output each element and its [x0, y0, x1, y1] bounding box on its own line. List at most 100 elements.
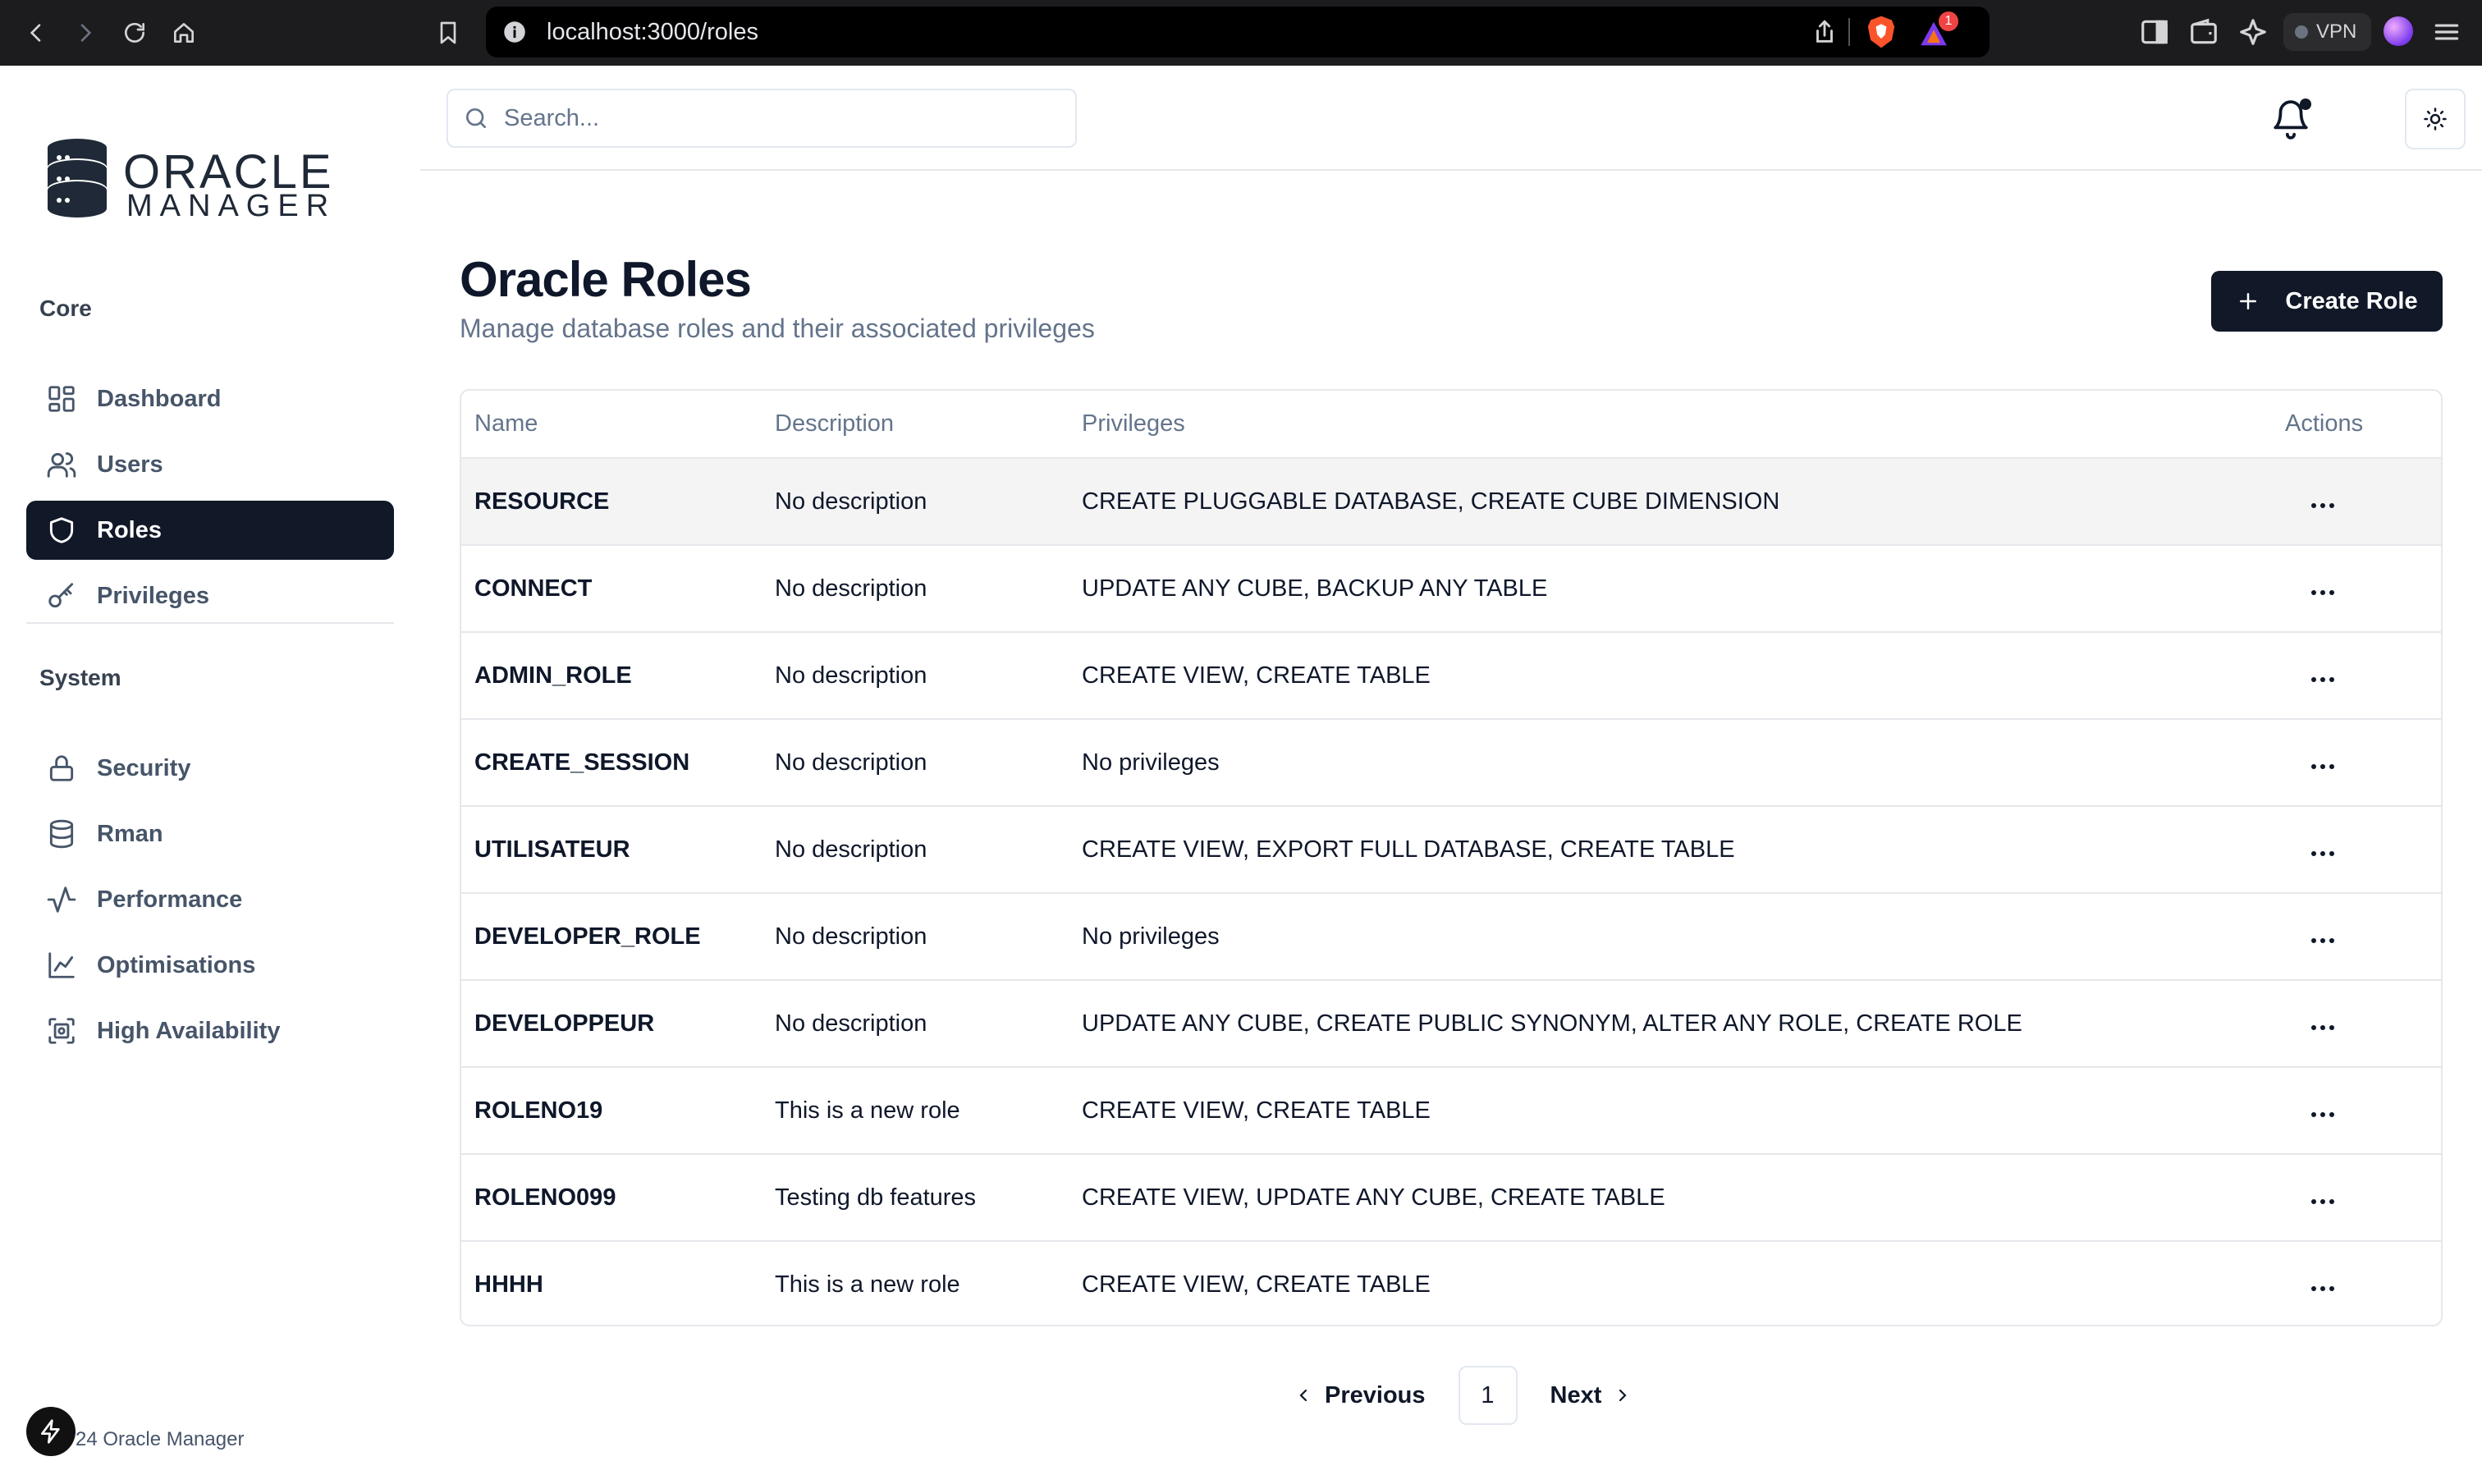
- search-input[interactable]: [504, 104, 1062, 132]
- role-privileges: CREATE VIEW, EXPORT FULL DATABASE, CREAT…: [1082, 836, 1735, 863]
- next-label: Next: [1550, 1381, 1602, 1408]
- column-header-description: Description: [775, 410, 895, 437]
- create-role-button[interactable]: Create Role: [2211, 271, 2443, 332]
- brand-name-manager: MANAGER: [126, 189, 337, 223]
- menu-icon[interactable]: [2431, 16, 2462, 48]
- role-description: No description: [775, 488, 927, 515]
- roles-table: Name Description Privileges Actions RESO…: [460, 389, 2443, 1326]
- table-row[interactable]: CONNECT No description UPDATE ANY CUBE, …: [461, 545, 2441, 632]
- previous-label: Previous: [1325, 1381, 1426, 1408]
- address-bar[interactable]: localhost:3000/roles 1: [486, 7, 1990, 57]
- sidebar-item-label: Performance: [97, 886, 243, 913]
- column-header-privileges: Privileges: [1082, 410, 1185, 437]
- row-actions-more-icon[interactable]: [2303, 1278, 2342, 1299]
- sidebar-item-users[interactable]: Users: [26, 435, 394, 494]
- reload-icon[interactable]: [117, 15, 153, 51]
- row-actions-more-icon[interactable]: [2303, 1017, 2342, 1038]
- table-row[interactable]: HHHH This is a new role CREATE VIEW, CRE…: [461, 1241, 2441, 1325]
- shield-icon: [49, 517, 74, 543]
- rewards-badge: 1: [1939, 11, 1958, 31]
- table-header-row: Name Description Privileges Actions: [461, 391, 2441, 458]
- role-description: No description: [775, 923, 927, 950]
- create-role-label: Create Role: [2285, 287, 2418, 314]
- row-actions-more-icon[interactable]: [2303, 582, 2342, 603]
- sidebar-item-privileges[interactable]: Privileges: [26, 566, 394, 625]
- lock-icon: [49, 755, 74, 781]
- previous-page-button[interactable]: Previous: [1277, 1366, 1442, 1425]
- role-privileges: CREATE VIEW, CREATE TABLE: [1082, 1097, 1431, 1124]
- role-name: UTILISATEUR: [474, 836, 630, 863]
- role-privileges: No privileges: [1082, 923, 1220, 950]
- column-header-actions: Actions: [2285, 410, 2364, 437]
- activity-icon: [47, 886, 76, 913]
- vpn-status-icon: [2295, 25, 2308, 39]
- sidebar-divider: [26, 622, 394, 624]
- url-text[interactable]: localhost:3000/roles: [547, 19, 758, 46]
- wallet-icon[interactable]: [2188, 16, 2219, 48]
- sidebar-item-rman[interactable]: Rman: [26, 804, 394, 863]
- top-bar: [420, 66, 2482, 171]
- table-row[interactable]: ADMIN_ROLE No description CREATE VIEW, C…: [461, 632, 2441, 719]
- site-info-icon[interactable]: [501, 18, 529, 46]
- role-privileges: CREATE PLUGGABLE DATABASE, CREATE CUBE D…: [1082, 488, 1780, 515]
- row-actions-more-icon[interactable]: [2303, 930, 2342, 951]
- sidebar-item-security[interactable]: Security: [26, 739, 394, 798]
- column-header-name: Name: [474, 410, 538, 437]
- row-actions-more-icon[interactable]: [2303, 843, 2342, 864]
- app-logo[interactable]: ORACLE MANAGER: [46, 138, 358, 228]
- role-description: This is a new role: [775, 1271, 960, 1298]
- leo-ai-icon[interactable]: [2237, 16, 2269, 48]
- table-row[interactable]: CREATE_SESSION No description No privile…: [461, 719, 2441, 806]
- row-actions-more-icon[interactable]: [2303, 495, 2342, 516]
- dev-tools-bolt-button[interactable]: [26, 1407, 76, 1456]
- chevron-left-icon: [1299, 1389, 1307, 1402]
- role-name: DEVELOPER_ROLE: [474, 923, 701, 950]
- page-number-button[interactable]: 1: [1458, 1366, 1518, 1425]
- sidebar-item-high-availability[interactable]: High Availability: [26, 1001, 394, 1060]
- bookmark-icon[interactable]: [430, 15, 466, 51]
- plus-icon: [2240, 293, 2257, 309]
- row-actions-more-icon[interactable]: [2303, 756, 2342, 777]
- key-icon: [48, 583, 74, 608]
- forward-icon[interactable]: [67, 15, 103, 51]
- sidebar-item-label: Security: [97, 754, 191, 781]
- table-row[interactable]: ROLENO19 This is a new role CREATE VIEW,…: [461, 1067, 2441, 1154]
- sidebar-item-performance[interactable]: Performance: [26, 870, 394, 929]
- sidebar-item-dashboard[interactable]: Dashboard: [26, 369, 394, 428]
- row-actions-more-icon[interactable]: [2303, 1191, 2342, 1212]
- line-chart-icon: [48, 952, 75, 978]
- sidebar-toggle-icon[interactable]: [2139, 16, 2170, 48]
- share-icon[interactable]: [1811, 18, 1839, 46]
- sidebar-item-label: Roles: [97, 516, 162, 543]
- search-icon: [466, 108, 486, 128]
- role-privileges: UPDATE ANY CUBE, CREATE PUBLIC SYNONYM, …: [1082, 1010, 2022, 1037]
- sidebar-item-label: Rman: [97, 820, 163, 847]
- theme-toggle-button[interactable]: [2405, 89, 2466, 149]
- role-name: RESOURCE: [474, 488, 610, 515]
- role-name: CONNECT: [474, 575, 593, 602]
- row-actions-more-icon[interactable]: [2303, 669, 2342, 690]
- table-row[interactable]: ROLENO099 Testing db features CREATE VIE…: [461, 1154, 2441, 1241]
- table-row[interactable]: DEVELOPER_ROLE No description No privile…: [461, 893, 2441, 980]
- sidebar-item-label: Dashboard: [97, 385, 222, 412]
- home-icon[interactable]: [166, 15, 202, 51]
- section-label-core: Core: [39, 295, 92, 321]
- sidebar-item-roles[interactable]: Roles: [26, 501, 394, 560]
- browser-toolbar: localhost:3000/roles 1 VPN: [0, 0, 2482, 66]
- back-icon[interactable]: [18, 15, 54, 51]
- table-row[interactable]: DEVELOPPEUR No description UPDATE ANY CU…: [461, 980, 2441, 1067]
- sidebar-item-optimisations[interactable]: Optimisations: [26, 936, 394, 995]
- role-description: No description: [775, 836, 927, 863]
- next-page-button[interactable]: Next: [1534, 1366, 1650, 1425]
- profile-avatar[interactable]: [2384, 16, 2413, 46]
- table-row[interactable]: UTILISATEUR No description CREATE VIEW, …: [461, 806, 2441, 893]
- role-description: No description: [775, 575, 927, 602]
- role-privileges: No privileges: [1082, 749, 1220, 776]
- url-separator: [1848, 18, 1850, 46]
- search-field[interactable]: [446, 89, 1077, 148]
- bolt-icon: [41, 1419, 60, 1444]
- brave-shield-icon[interactable]: [1865, 15, 1898, 49]
- row-actions-more-icon[interactable]: [2303, 1104, 2342, 1125]
- table-row[interactable]: RESOURCE No description CREATE PLUGGABLE…: [461, 458, 2441, 545]
- vpn-button[interactable]: VPN: [2283, 13, 2372, 51]
